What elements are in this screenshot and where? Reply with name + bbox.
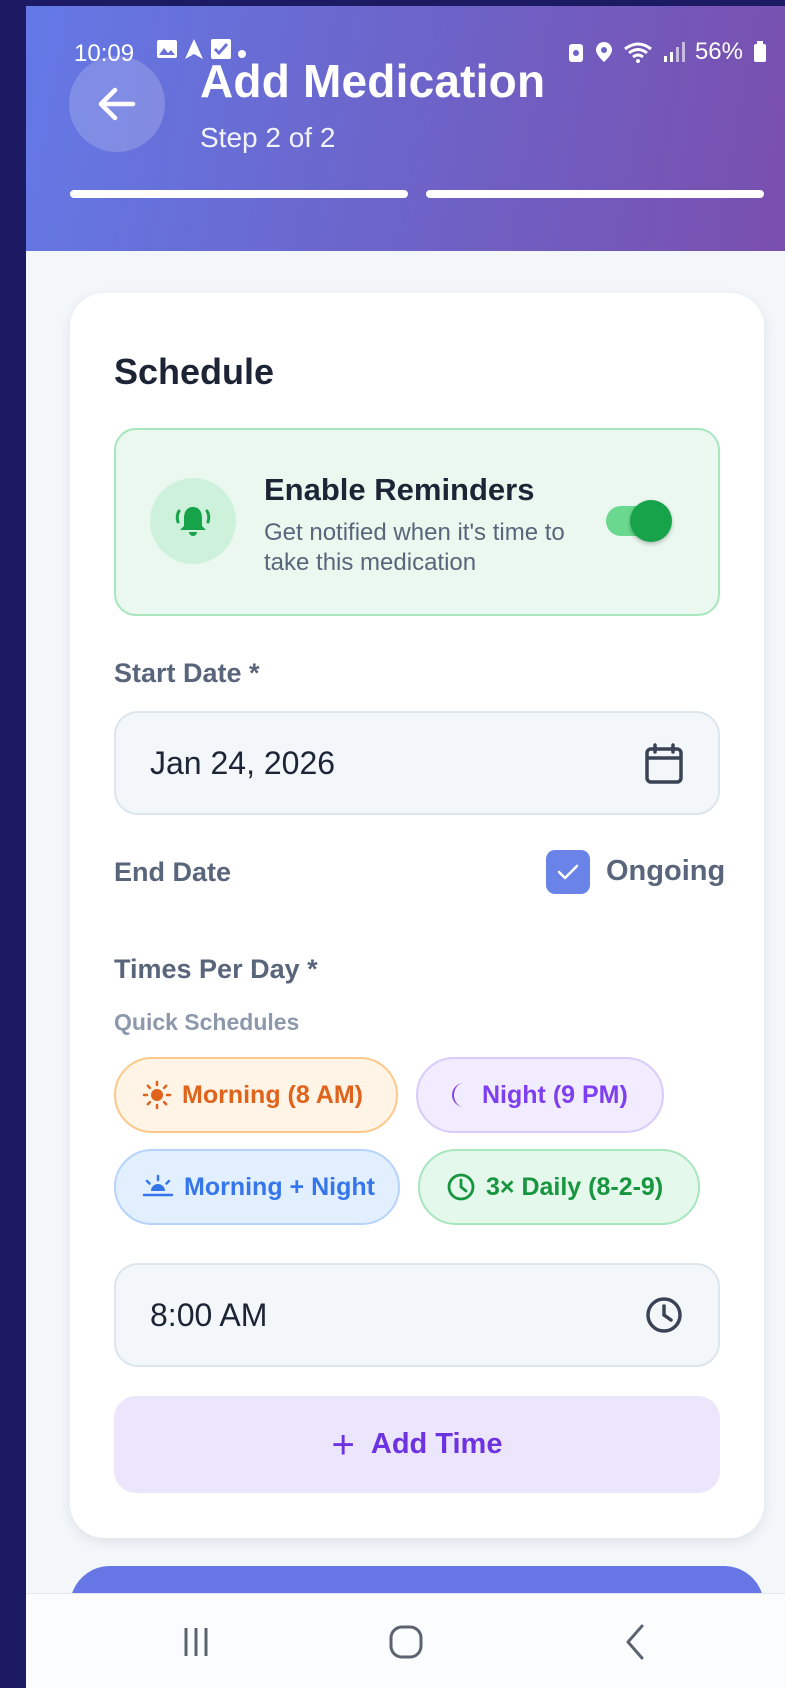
calendar-icon	[645, 743, 683, 784]
ongoing-label: Ongoing	[606, 855, 726, 887]
arrow-left-icon	[98, 87, 136, 121]
chip-night[interactable]: Night (9 PM)	[416, 1057, 664, 1133]
start-date-value: Jan 24, 2026	[150, 745, 336, 781]
wifi-icon	[624, 42, 652, 63]
reminders-title: Enable Reminders	[264, 472, 535, 507]
chip-three-daily-label: 3× Daily (8-2-9)	[486, 1172, 664, 1201]
reminders-toggle[interactable]	[606, 500, 672, 542]
section-title: Schedule	[114, 351, 275, 392]
page-title: Add Medication	[200, 55, 546, 107]
start-date-field[interactable]: Jan 24, 2026	[114, 711, 720, 815]
bell-ring-icon	[175, 507, 211, 536]
ongoing-checkbox[interactable]	[546, 850, 590, 894]
image-icon	[157, 40, 177, 58]
start-date-label: Start Date *	[114, 658, 260, 688]
end-date-label: End Date	[114, 857, 232, 887]
signal-icon	[663, 42, 685, 62]
time-value: 8:00 AM	[150, 1297, 268, 1333]
bell-icon-badge	[150, 478, 236, 564]
reminders-description: Get notified when it's time to take this…	[264, 519, 565, 576]
battery-saver-icon	[568, 44, 583, 62]
step-indicator: Step 2 of 2	[200, 122, 336, 153]
add-time-label: Add Time	[370, 1428, 503, 1460]
moon-icon	[452, 1083, 464, 1107]
quick-schedules-label: Quick Schedules	[114, 1009, 300, 1035]
recent-apps-icon[interactable]	[176, 1622, 216, 1662]
chip-morning[interactable]: Morning (8 AM)	[114, 1057, 398, 1133]
plus-icon: +	[331, 1422, 355, 1467]
schedule-card: Schedule Enable Reminders Get notified w…	[70, 293, 764, 1538]
location-icon	[595, 42, 612, 62]
sun-icon	[142, 1080, 172, 1110]
add-time-button[interactable]: + Add Time	[114, 1396, 720, 1493]
status-system-icons: 56%	[567, 38, 767, 66]
progress-step-1	[70, 190, 408, 198]
phone-screen: 10:09 56% Add Medication Step 2 of 2 Sch…	[26, 6, 785, 1688]
clock-icon	[646, 1297, 682, 1333]
toggle-knob	[630, 500, 672, 542]
back-button[interactable]	[69, 56, 165, 152]
chip-night-label: Night (9 PM)	[482, 1080, 628, 1109]
system-nav-bar	[26, 1593, 785, 1688]
home-icon[interactable]	[386, 1622, 426, 1662]
clock-icon	[447, 1173, 475, 1201]
reminders-panel: Enable Reminders Get notified when it's …	[114, 428, 720, 616]
chip-morning-night-label: Morning + Night	[184, 1172, 375, 1201]
sunrise-icon	[142, 1174, 174, 1197]
battery-icon	[754, 41, 766, 62]
chip-three-daily[interactable]: 3× Daily (8-2-9)	[418, 1149, 700, 1225]
chip-morning-label: Morning (8 AM)	[182, 1080, 363, 1109]
time-field[interactable]: 8:00 AM	[114, 1263, 720, 1367]
header: 10:09 56% Add Medication Step 2 of 2	[26, 6, 785, 251]
times-per-day-label: Times Per Day *	[114, 954, 318, 984]
progress-step-2	[426, 190, 764, 198]
back-nav-icon[interactable]	[616, 1622, 656, 1662]
chip-morning-night[interactable]: Morning + Night	[114, 1149, 400, 1225]
check-icon	[557, 864, 579, 880]
battery-percent: 56%	[694, 38, 743, 65]
